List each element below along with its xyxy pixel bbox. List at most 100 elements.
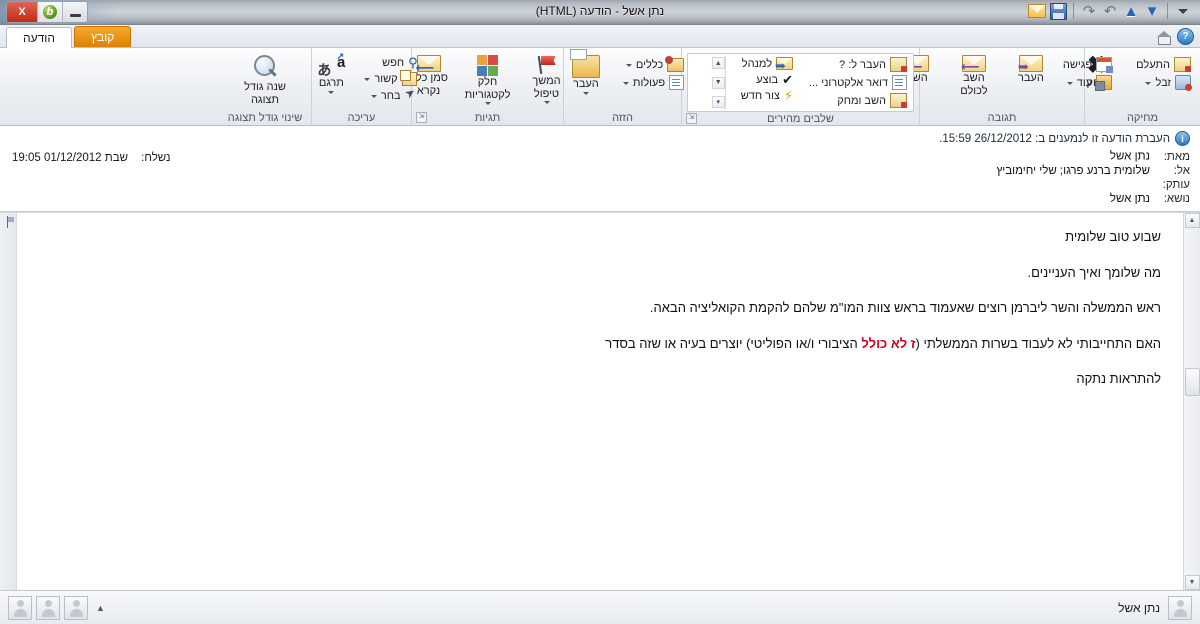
actions-caret-icon[interactable] [623,82,629,85]
body-line-5: להתראות נתקה [16,369,1161,389]
quick-access-toolbar: ↷ ↶ ▲ ▼ [1028,2,1192,20]
reply-all-icon: ⟵ [962,55,986,72]
categorize-caret-icon[interactable] [485,102,491,105]
forward-button[interactable]: ➥ העבר [1003,52,1059,88]
categorize-label: חלק לקטגוריות [465,76,511,101]
quick-step-to-manager[interactable]: ➥ למנהל [738,56,796,71]
body-line-4-part-b: הציבורי ו/או הפוליטי) יוצרים בעיה או שזה… [605,336,861,351]
quick-step-create-new[interactable]: ⚡ צור חדש [738,88,796,103]
home-icon[interactable] [1157,31,1171,43]
quick-steps-expand[interactable]: ▾ [712,96,725,108]
quick-steps-dialog-launcher-icon[interactable]: ⇲ [686,113,697,124]
avatar[interactable] [36,596,60,620]
body-scrollbar[interactable]: ▲ ▼ [1183,213,1200,590]
from-value[interactable]: נתן אשל [10,150,1150,163]
tab-list: קובץ הודעה [6,26,131,47]
find-icon: ⚲ [408,56,417,69]
back-arrow-icon[interactable]: ▲ [1122,2,1140,20]
info-bar: i העברת הודעה זו לנמענים ב: 26/12/2012 1… [0,130,1200,149]
actions-button[interactable]: פעולות [620,74,687,91]
from-redaction [957,150,1107,163]
body-line-1: שבוע טוב שלומית [16,227,1161,247]
outlook-message-window: X b נתן אשל - הודעה (HTML) ↷ ↶ ▲ ▼ ? קוב… [0,0,1200,624]
translate-label: תרגם [319,77,344,90]
group-title-respond: תגובה [920,111,1084,126]
tags-dialog-launcher-icon[interactable]: ⇲ [416,112,427,123]
redo-icon[interactable]: ↷ [1080,2,1098,20]
subject-row: נושא: נתן אשל [0,192,1200,206]
move-folder-icon [572,55,600,78]
create-new-icon: ⚡ [784,89,793,102]
select-caret-icon[interactable] [371,95,377,98]
help-buttons: ? [1157,28,1194,45]
body-left-margin [0,213,17,590]
quick-step-forward-to[interactable]: העבר ל: ? [806,56,910,73]
quick-step-email[interactable]: דואר אלקטרוני ... [806,74,910,91]
chevron-up-icon[interactable]: ▲ [92,603,109,613]
translate-caret-icon[interactable] [328,91,334,94]
select-button[interactable]: בחר [361,88,419,103]
move-caret-icon[interactable] [583,92,589,95]
follow-up-button[interactable]: המשך טיפול [519,52,575,107]
subject-label: נושא: [1156,193,1190,205]
reply-all-button[interactable]: ⟵ השב לכולם [946,52,1002,100]
junk-caret-icon[interactable] [1145,82,1151,85]
tab-file[interactable]: קובץ [74,26,131,47]
more-label: עוד [1077,77,1092,89]
message-header: i העברת הודעה זו לנמענים ב: 26/12/2012 1… [0,126,1200,212]
junk-button[interactable]: זבל [1133,74,1194,91]
follow-up-caret-icon[interactable] [544,101,550,104]
scroll-thumb[interactable] [1185,368,1200,396]
tab-message[interactable]: הודעה [6,27,72,48]
qat-separator-2 [1167,3,1168,19]
related-caret-icon[interactable] [364,78,370,81]
avatar[interactable] [64,596,88,620]
chevron-down-icon[interactable] [1174,2,1192,20]
scroll-up-button[interactable]: ▲ [1185,213,1200,228]
envelope-icon[interactable] [1028,2,1046,20]
more-caret-icon[interactable] [1067,82,1073,85]
avatar[interactable] [8,596,32,620]
ignore-button[interactable]: התעלם [1133,56,1194,73]
actions-icon [669,75,684,90]
qat-separator [1073,3,1074,19]
group-title-zoom: שינוי גודל תצוגה [219,111,311,126]
forward-arrow-icon[interactable]: ▼ [1143,2,1161,20]
quick-steps-scrollbar[interactable]: ▲ ▼ ▾ [712,56,726,109]
quick-steps-scroll-down[interactable]: ▼ [712,77,725,89]
to-value[interactable]: שלומית ברנע פרגו; שלי יחימוביץ [10,165,1150,177]
zoom-label: שנה גודל תצוגה [230,81,300,106]
save-icon[interactable] [1049,2,1067,20]
scroll-down-button[interactable]: ▼ [1185,575,1200,590]
categorize-button[interactable]: חלק לקטגוריות [460,52,516,108]
cc-label: עותק: [1156,179,1190,191]
info-icon: i [1175,131,1190,146]
more-button[interactable]: עוד [1060,74,1115,91]
ribbon-group-quick-steps: העבר ל: ? דואר אלקטרוני ... השב ומחק [681,48,919,126]
ribbon-group-editing: ⚲ חפש קשור בחר a [311,48,411,126]
meeting-button[interactable]: פגישה [1060,56,1115,73]
ribbon-group-tags: המשך טיפול חלק לקטגוריות ⟵ סמן כלא נקרא [411,48,563,126]
find-button[interactable]: ⚲ חפש [361,55,419,70]
quick-steps-scroll-up[interactable]: ▲ [712,57,725,69]
rules-caret-icon[interactable] [626,64,632,67]
junk-icon [1175,75,1191,90]
info-bar-text: העברת הודעה זו לנמענים ב: 26/12/2012 15:… [939,133,1170,145]
to-manager-icon: ➥ [776,57,793,70]
ribbon-tab-strip: ? קובץ הודעה [0,25,1200,48]
help-icon[interactable]: ? [1177,28,1194,45]
quick-step-reply-delete[interactable]: השב ומחק [806,92,910,109]
avatar[interactable] [1168,596,1192,620]
message-body-text[interactable]: שבוע טוב שלומית מה שלומך ואיך העניינים. … [0,213,1183,590]
undo-icon[interactable]: ↶ [1101,2,1119,20]
actions-label: פעולות [633,77,665,89]
rules-icon [667,58,684,72]
forward-icon: ➥ [1019,55,1043,72]
zoom-button[interactable]: שנה גודל תצוגה [225,52,305,109]
to-label: אל: [1156,165,1190,177]
translate-button[interactable]: a↗あ תרגם [303,52,359,97]
attachment-flag-icon[interactable] [2,216,15,229]
body-line-2: מה שלומך ואיך העניינים. [16,263,1161,283]
rules-button[interactable]: כללים [620,57,687,73]
quick-step-done[interactable]: ✔ בוצע [738,72,796,87]
